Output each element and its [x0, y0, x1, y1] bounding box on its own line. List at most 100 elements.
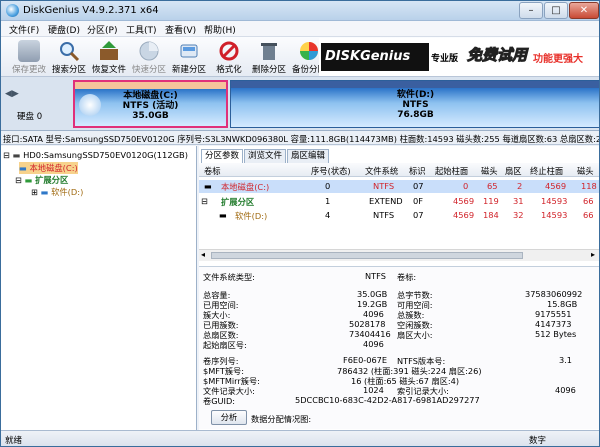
menu-tools[interactable]: 工具(T): [126, 23, 157, 36]
table-row[interactable]: ▬ 本地磁盘(C:) 0 NTFS 07 0 65 2 4569 118: [199, 180, 599, 193]
collapse-icon[interactable]: ⊟: [15, 175, 22, 185]
partition-icon: ▬: [40, 187, 49, 197]
cell-id: 07: [413, 181, 424, 191]
analyze-button[interactable]: 分析: [211, 410, 247, 425]
scroll-right-icon[interactable]: ▸: [591, 250, 595, 259]
promo-banner[interactable]: DISKGenius 专业版 免费试用 功能更强大: [319, 38, 599, 76]
sector-size-label: 扇区大小:: [397, 330, 433, 340]
serial-value: F6E0-067E: [343, 355, 388, 365]
edition-label: 专业版: [431, 54, 459, 64]
disk-tree: ⊟ ▬ HD0:SamsungSSD750EV0120G(112GB) ▬ 本地…: [1, 146, 197, 430]
menu-disk[interactable]: 硬盘(D): [48, 23, 80, 36]
disk-icon: ▬: [12, 150, 21, 160]
col-id[interactable]: 标识: [409, 165, 426, 177]
disk-info-text: 接口:SATA 型号:SamsungSSD750EV0120G 序列号:S3L3…: [3, 134, 600, 144]
guid-label: 卷GUID:: [203, 396, 236, 406]
tree-disk-node[interactable]: ⊟ ▬ HD0:SamsungSSD750EV0120G(112GB): [3, 150, 188, 160]
col-start-sector[interactable]: 扇区: [505, 165, 522, 177]
main-window: DiskGenius V4.9.2.371 x64 – □ ✕ 文件(F) 硬盘…: [0, 0, 600, 447]
row-icon: ▬: [204, 181, 212, 191]
cell-id: 0F: [413, 196, 424, 206]
delete-partition-button[interactable]: 删除分区: [249, 38, 289, 76]
partition-details: 文件系统类型: NTFS 卷标: 总容量: 35.0GB 总字节数: 37583…: [199, 266, 599, 429]
col-start-cyl[interactable]: 起始柱面: [435, 165, 468, 177]
index-record-value: 4096: [555, 385, 576, 395]
menu-view[interactable]: 查看(V): [165, 23, 196, 36]
partition-d-size: 76.8GB: [397, 110, 434, 120]
partition-d-fs: NTFS: [402, 100, 429, 110]
cell-ss: 2: [517, 181, 523, 191]
partition-d-block[interactable]: 软件(D:) NTFS 76.8GB: [230, 80, 599, 128]
tree-c-node[interactable]: ▬ 本地磁盘(C:): [19, 162, 78, 174]
tree-d-node[interactable]: ⊞ ▬ 软件(D:): [31, 186, 83, 198]
recover-box-icon: [98, 40, 120, 62]
tab-browse-files[interactable]: 浏览文件: [244, 149, 286, 163]
windows-logo-icon: [79, 94, 101, 116]
cell-id: 07: [413, 210, 424, 220]
right-panel: 分区参数 浏览文件 扇区编辑 卷标 序号(状态) 文件系统 标识 起始柱面 磁头…: [199, 146, 599, 430]
start-sector-label: 起始扇区号:: [203, 340, 247, 350]
used-clusters-value: 5028178: [349, 319, 386, 329]
minimize-button[interactable]: –: [519, 2, 543, 19]
scroll-left-icon[interactable]: ◂: [201, 250, 205, 259]
col-index[interactable]: 序号(状态): [311, 165, 351, 177]
col-end-cyl[interactable]: 终止柱面: [530, 165, 563, 177]
search-partition-button[interactable]: 搜索分区: [49, 38, 89, 76]
format-button[interactable]: 格式化: [209, 38, 249, 76]
cell-ss: 31: [513, 196, 524, 206]
tab-partition-params[interactable]: 分区参数: [201, 149, 243, 163]
menu-file[interactable]: 文件(F): [9, 23, 39, 36]
cell-eh: 118: [581, 181, 597, 191]
tree-extended-node[interactable]: ⊟ ▬ 扩展分区: [15, 174, 68, 186]
magnifier-icon: [58, 40, 80, 62]
tab-sector-edit[interactable]: 扇区编辑: [287, 149, 329, 163]
cell-ec: 14593: [541, 196, 568, 206]
disk-label: 硬盘 0: [17, 112, 43, 122]
scroll-thumb[interactable]: [211, 252, 523, 259]
cell-idx: 4: [325, 210, 331, 220]
menu-help[interactable]: 帮助(H): [204, 23, 236, 36]
quick-partition-button[interactable]: 快速分区: [129, 38, 169, 76]
new-partition-button[interactable]: 新建分区: [169, 38, 209, 76]
guid-value: 5DCCBC10-683C-42D2-A817-6981AD297277: [295, 395, 480, 405]
menu-partition[interactable]: 分区(P): [87, 23, 117, 36]
fs-type-label: 文件系统类型:: [203, 272, 255, 282]
col-end-head[interactable]: 磁头: [577, 165, 594, 177]
row-icon: ▬: [219, 210, 227, 220]
col-start-head[interactable]: 磁头: [481, 165, 498, 177]
table-row[interactable]: ▬ 软件(D:) 4 NTFS 07 4569 184 32 14593 66: [199, 209, 599, 222]
status-text: 就绪: [5, 436, 23, 446]
close-button[interactable]: ✕: [569, 2, 599, 19]
cell-ss: 32: [513, 210, 524, 220]
tree-disk-label: HD0:SamsungSSD750EV0120G(112GB): [23, 150, 188, 160]
format-icon: [218, 40, 240, 62]
expand-icon[interactable]: ⊞: [31, 187, 38, 197]
cell-fs: NTFS: [373, 210, 395, 220]
sectors-value: 73404416: [349, 329, 391, 339]
horizontal-scrollbar[interactable]: ◂ ▸: [199, 249, 599, 261]
promo-text-2: 功能更强大: [533, 54, 583, 65]
prev-disk-arrow-icon[interactable]: ◀▶: [5, 89, 19, 99]
table-header: 卷标 序号(状态) 文件系统 标识 起始柱面 磁头 扇区 终止柱面 磁头: [199, 163, 599, 177]
collapse-icon[interactable]: ⊟: [201, 196, 208, 206]
recover-files-button[interactable]: 恢复文件: [89, 38, 129, 76]
cell-idx: 1: [325, 196, 331, 206]
cell-sh: 119: [483, 196, 499, 206]
table-row[interactable]: ⊟ 扩展分区 1 EXTEND 0F 4569 119 31 14593 66: [199, 195, 599, 208]
window-title: DiskGenius V4.9.2.371 x64: [23, 5, 159, 16]
save-changes-button[interactable]: 保存更改: [9, 38, 49, 76]
col-filesystem[interactable]: 文件系统: [365, 165, 398, 177]
collapse-icon[interactable]: ⊟: [3, 150, 10, 160]
total-value: 35.0GB: [357, 289, 388, 299]
cell-idx: 0: [325, 181, 331, 191]
partition-c-block[interactable]: 本地磁盘(C:) NTFS (活动) 35.0GB: [73, 80, 228, 128]
tree-c-label: 本地磁盘(C:): [29, 163, 78, 173]
start-sector-value: 4096: [363, 339, 384, 349]
maximize-button[interactable]: □: [544, 2, 568, 19]
cell-ec: 14593: [541, 210, 568, 220]
used-value: 19.2GB: [357, 299, 388, 309]
cell-fs: NTFS: [373, 181, 395, 191]
col-volume-label[interactable]: 卷标: [204, 165, 221, 177]
partition-icon: ▬: [24, 175, 33, 185]
tree-ext-label: 扩展分区: [35, 175, 69, 185]
